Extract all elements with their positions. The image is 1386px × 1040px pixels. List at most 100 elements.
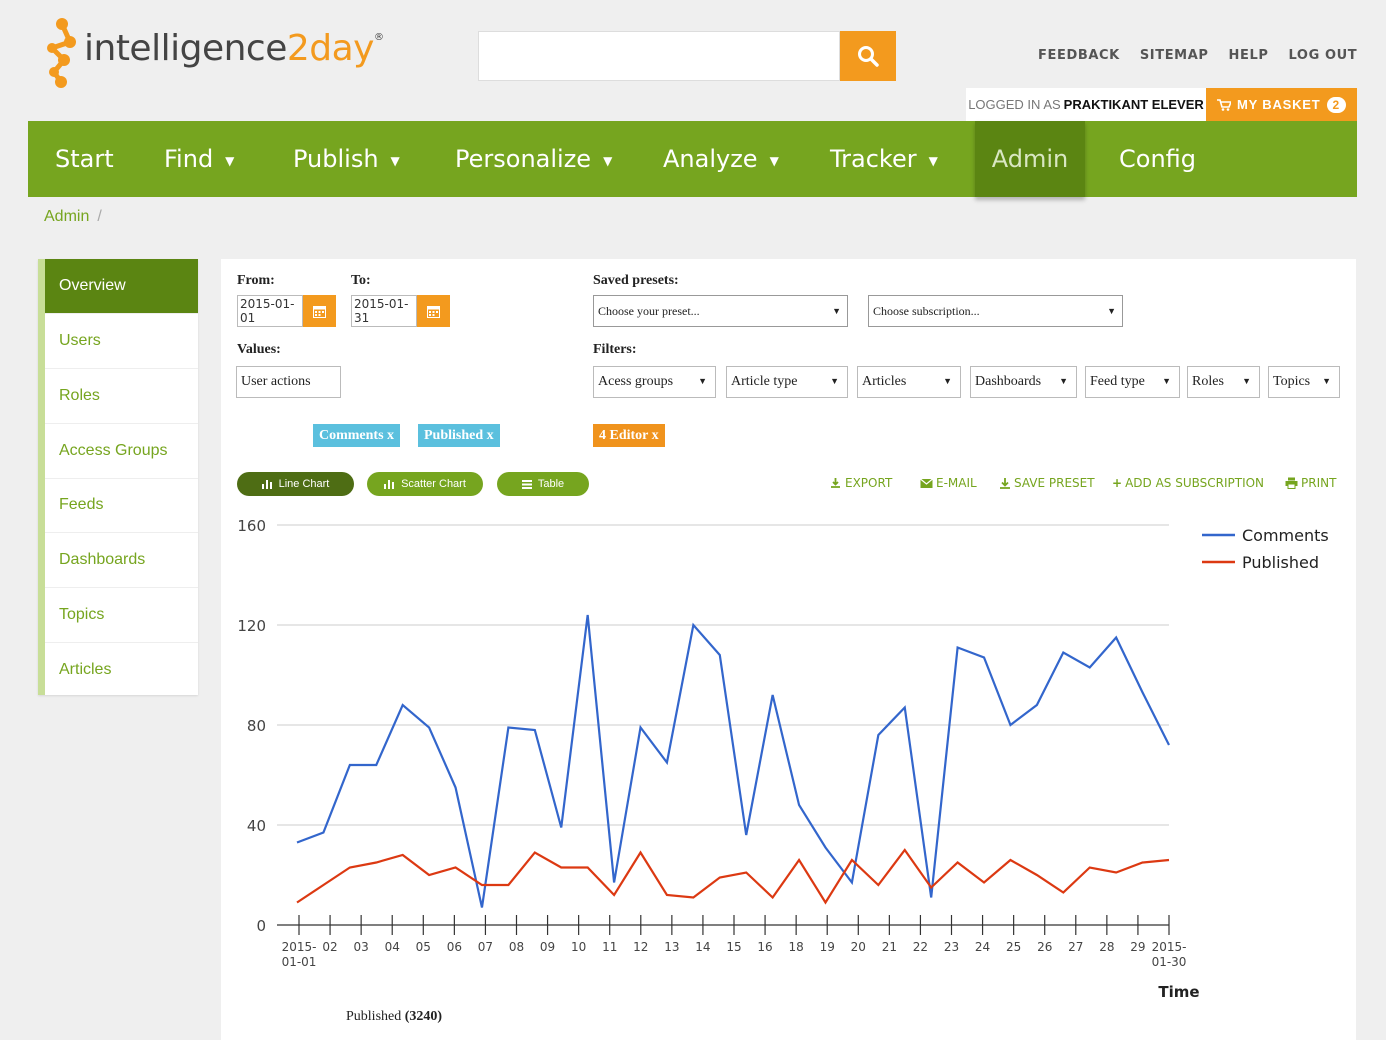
from-date-picker[interactable]: 2015-01-01: [237, 295, 336, 327]
x-tick-label: 14: [695, 940, 710, 954]
breadcrumb-separator: /: [97, 208, 102, 225]
print-icon: [1285, 477, 1298, 489]
top-links: FEEDBACK SITEMAP HELP LOG OUT: [1038, 48, 1357, 63]
sidebar-item-articles[interactable]: Articles: [45, 642, 198, 697]
chip-editor[interactable]: 4 Editor x: [593, 424, 665, 447]
sidebar-item-users[interactable]: Users: [45, 314, 198, 369]
summary-label: Published: [346, 1009, 402, 1024]
sidebar-item-feeds[interactable]: Feeds: [45, 478, 198, 533]
caret-down-icon: ▼: [1107, 306, 1116, 316]
envelope-icon: [920, 478, 933, 488]
nav-item-start[interactable]: Start: [55, 121, 114, 197]
chevron-down-icon: ▼: [769, 154, 779, 168]
y-tick-label: 120: [237, 617, 266, 635]
sidebar-item-overview[interactable]: Overview: [45, 259, 198, 314]
chevron-down-icon: ▼: [603, 154, 613, 168]
plus-icon: +: [1112, 476, 1123, 490]
add-subscription-action[interactable]: + ADD AS SUBSCRIPTION: [1112, 476, 1264, 490]
logout-link[interactable]: LOG OUT: [1289, 48, 1358, 63]
values-select[interactable]: User actions: [236, 366, 341, 398]
bar-chart-icon: [261, 480, 272, 489]
cart-icon: [1216, 98, 1231, 111]
nav-label: Personalize: [455, 145, 592, 173]
filter-article-type[interactable]: Article type ▼: [726, 366, 848, 398]
filter-roles[interactable]: Roles ▼: [1187, 366, 1260, 398]
scatter-chart-button[interactable]: Scatter Chart: [367, 472, 483, 496]
sidebar-item-roles[interactable]: Roles: [45, 369, 198, 424]
sidebar-item-label: Dashboards: [59, 551, 146, 568]
to-date-value[interactable]: 2015-01-31: [351, 295, 417, 327]
nav-item-personalize[interactable]: Personalize ▼: [455, 121, 612, 197]
breadcrumb-admin[interactable]: Admin: [44, 208, 89, 225]
action-label: EXPORT: [845, 476, 893, 490]
sitemap-link[interactable]: SITEMAP: [1140, 48, 1209, 63]
x-tick-label: 02: [322, 940, 337, 954]
from-label: From:: [237, 273, 275, 288]
email-action[interactable]: E-MAIL: [920, 476, 977, 490]
logo[interactable]: intelligence2day®: [44, 14, 384, 90]
nav-label: Tracker: [830, 145, 917, 173]
calendar-button[interactable]: [417, 295, 450, 327]
nav-item-find[interactable]: Find ▼: [164, 121, 234, 197]
sidebar-item-access-groups[interactable]: Access Groups: [45, 424, 198, 479]
caret-down-icon: ▼: [830, 376, 839, 386]
x-tick-label: 10: [571, 940, 586, 954]
x-tick-label: 22: [913, 940, 928, 954]
chevron-down-icon: ▼: [225, 154, 235, 168]
nav-item-publish[interactable]: Publish ▼: [293, 121, 400, 197]
sidebar-item-label: Overview: [59, 277, 126, 294]
print-action[interactable]: PRINT: [1285, 476, 1336, 490]
my-basket-button[interactable]: MY BASKET 2: [1206, 88, 1357, 121]
caret-down-icon: ▼: [698, 376, 707, 386]
filter-label: Article type: [731, 374, 798, 389]
to-date-picker[interactable]: 2015-01-31: [351, 295, 450, 327]
caret-down-icon: ▼: [1242, 376, 1251, 386]
summary-value-wrap: (3240): [404, 1009, 443, 1024]
filter-label: Articles: [862, 374, 907, 389]
x-tick-label: 21: [882, 940, 897, 954]
action-label: SAVE PRESET: [1014, 476, 1095, 490]
nav-item-tracker[interactable]: Tracker ▼: [830, 121, 938, 197]
from-date-value[interactable]: 2015-01-01: [237, 295, 303, 327]
x-tick-label: 11: [602, 940, 617, 954]
saved-presets-label: Saved presets:: [593, 273, 679, 288]
nav-item-admin[interactable]: Admin: [975, 121, 1085, 197]
filter-feed-type[interactable]: Feed type ▼: [1085, 366, 1180, 398]
subscription-select[interactable]: Choose subscription... ▼: [868, 295, 1123, 327]
chip-comments[interactable]: Comments x: [313, 424, 401, 447]
nav-item-analyze[interactable]: Analyze ▼: [663, 121, 779, 197]
feedback-link[interactable]: FEEDBACK: [1038, 48, 1120, 63]
search-input[interactable]: [478, 31, 840, 81]
line-chart-button[interactable]: Line Chart: [237, 472, 354, 496]
export-action[interactable]: EXPORT: [829, 476, 892, 490]
download-icon: [1000, 478, 1010, 489]
sidebar-item-label: Access Groups: [59, 442, 168, 459]
logo-text: intelligence2day®: [84, 28, 384, 69]
x-tick-label: 2015-01-01: [282, 940, 317, 969]
table-button[interactable]: Table: [497, 472, 589, 496]
filter-dashboards[interactable]: Dashboards ▼: [970, 366, 1077, 398]
chip-published[interactable]: Published x: [418, 424, 500, 447]
preset-select[interactable]: Choose your preset... ▼: [593, 295, 848, 327]
sidebar-item-topics[interactable]: Topics: [45, 588, 198, 643]
values-select-value: User actions: [241, 374, 311, 389]
y-tick-label: 80: [247, 717, 266, 735]
save-preset-action[interactable]: SAVE PRESET: [999, 476, 1095, 490]
filters-label: Filters:: [593, 342, 637, 357]
filter-topics[interactable]: Topics ▼: [1268, 366, 1340, 398]
button-label: Scatter Chart: [401, 478, 466, 490]
calendar-button[interactable]: [303, 295, 336, 327]
filter-articles[interactable]: Articles ▼: [857, 366, 961, 398]
x-tick-label: 07: [478, 940, 493, 954]
sidebar-item-dashboards[interactable]: Dashboards: [45, 533, 198, 588]
x-tick-label: 19: [820, 940, 835, 954]
search-button[interactable]: [840, 31, 896, 81]
main-nav: Start Find ▼ Publish ▼ Personalize ▼ Analyz…: [28, 121, 1357, 197]
nav-item-config[interactable]: Config: [1119, 121, 1196, 197]
sidebar-item-label: Roles: [59, 387, 100, 404]
button-label: Line Chart: [278, 478, 330, 490]
help-link[interactable]: HELP: [1229, 48, 1269, 63]
sidebar: Overview Users Roles Access Groups Feeds…: [38, 259, 198, 695]
subscription-select-value: Choose subscription...: [873, 303, 980, 318]
filter-access-groups[interactable]: Acess groups ▼: [593, 366, 716, 398]
